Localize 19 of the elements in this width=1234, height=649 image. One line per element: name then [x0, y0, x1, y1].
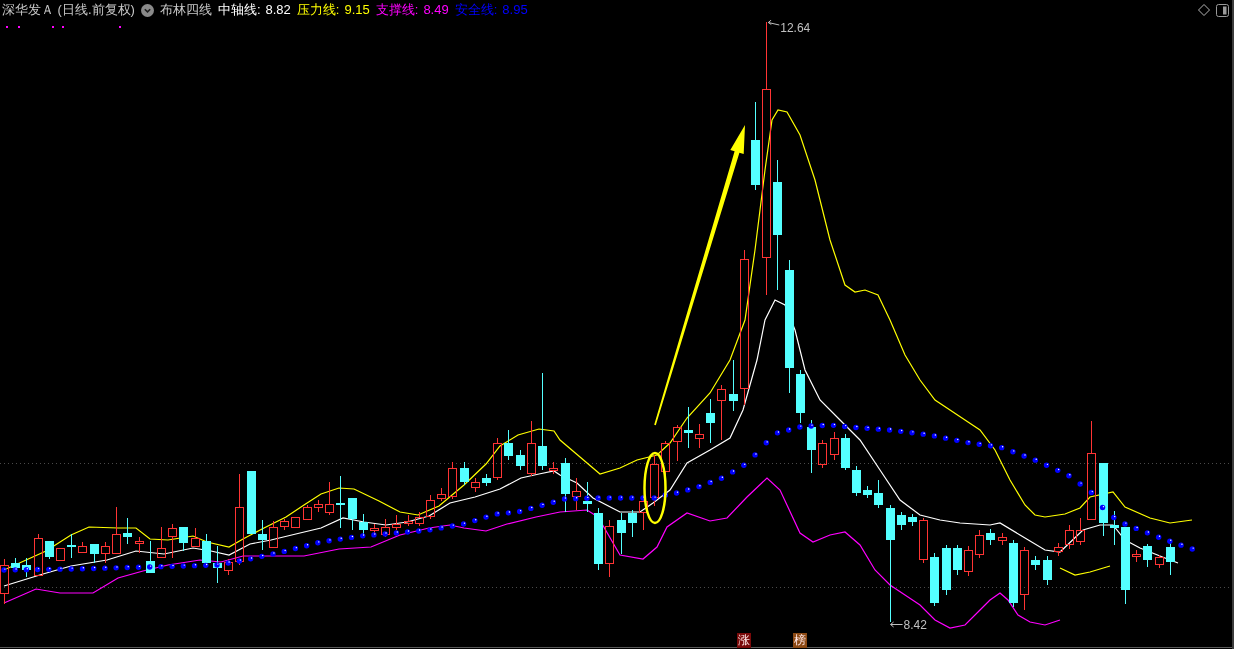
security-title: 深华发Ａ (日线.前复权) — [2, 2, 135, 18]
reading-label: 支撑线: — [375, 2, 419, 18]
event-tag[interactable]: 榜 — [792, 633, 807, 648]
reading-label: 压力线: — [296, 2, 340, 18]
reading-label: 中轴线: — [217, 2, 261, 18]
reading-value: 8.95 — [502, 2, 528, 18]
event-tag[interactable]: 涨 — [736, 633, 751, 648]
pointer-arrow — [890, 621, 904, 628]
reading-value: 8.82 — [265, 2, 291, 18]
dropdown-icon[interactable] — [140, 3, 154, 17]
reading-label: 安全线: — [454, 2, 498, 18]
pointer-arrow — [767, 20, 780, 26]
reading-value: 9.15 — [344, 2, 370, 18]
high-price-label: 12.64 — [780, 21, 811, 35]
reading-value: 8.49 — [423, 2, 449, 18]
panel-toggle-icon[interactable] — [1216, 3, 1229, 17]
indicator-name: 布林四线 — [159, 2, 212, 18]
low-price-label: 8.42 — [903, 618, 927, 632]
diamond-icon[interactable] — [1198, 4, 1210, 16]
